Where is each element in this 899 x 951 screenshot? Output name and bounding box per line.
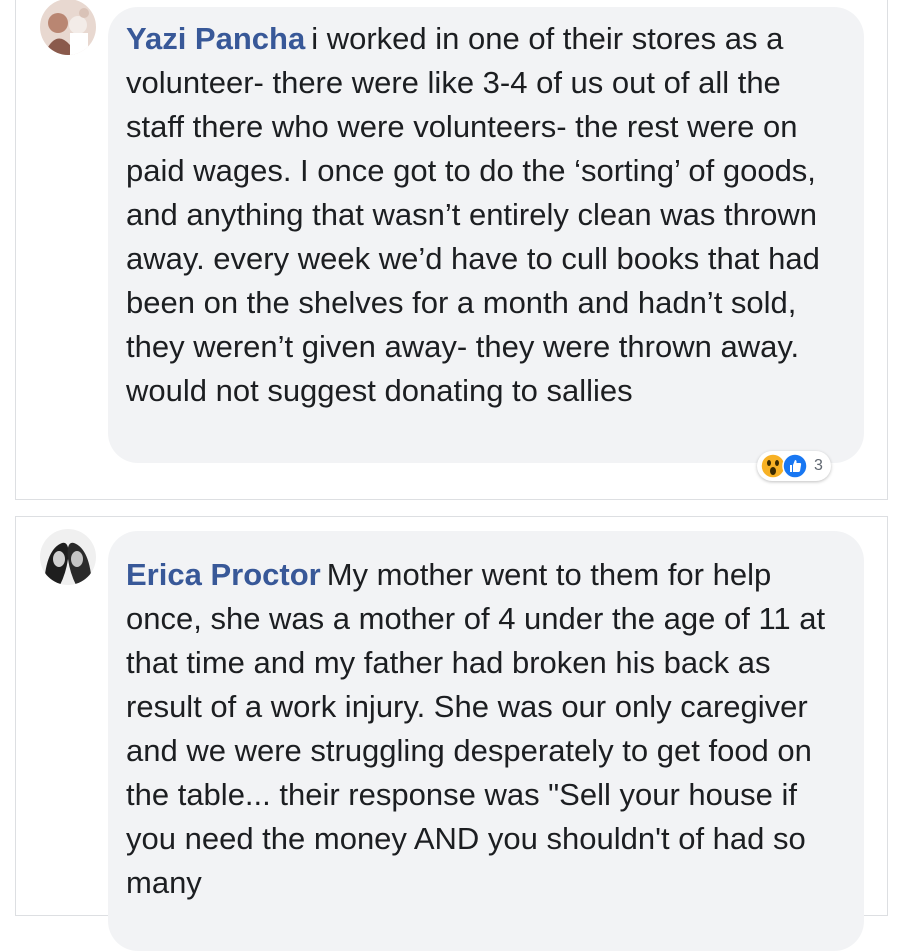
comment-card: Erica Proctor My mother went to them for … — [15, 516, 888, 951]
comment-author-link[interactable]: Yazi Pancha — [126, 21, 305, 56]
comment-author-link[interactable]: Erica Proctor — [126, 557, 321, 592]
comment-bubble: Yazi Pancha i worked in one of their stor… — [108, 7, 864, 463]
like-reaction-icon — [782, 453, 808, 479]
avatar-photo — [40, 0, 96, 55]
reaction-count: 3 — [814, 457, 823, 474]
comment-bubble: Erica Proctor My mother went to them for … — [108, 531, 864, 951]
comment-text: i worked in one of their stores as a vol… — [126, 21, 820, 408]
reaction-summary[interactable]: 3 — [757, 451, 831, 481]
avatar[interactable] — [40, 529, 96, 585]
comment-card: Yazi Pancha i worked in one of their stor… — [15, 0, 888, 500]
comment-text: My mother went to them for help once, sh… — [126, 557, 826, 900]
avatar[interactable] — [40, 0, 96, 55]
avatar-photo — [40, 529, 96, 585]
